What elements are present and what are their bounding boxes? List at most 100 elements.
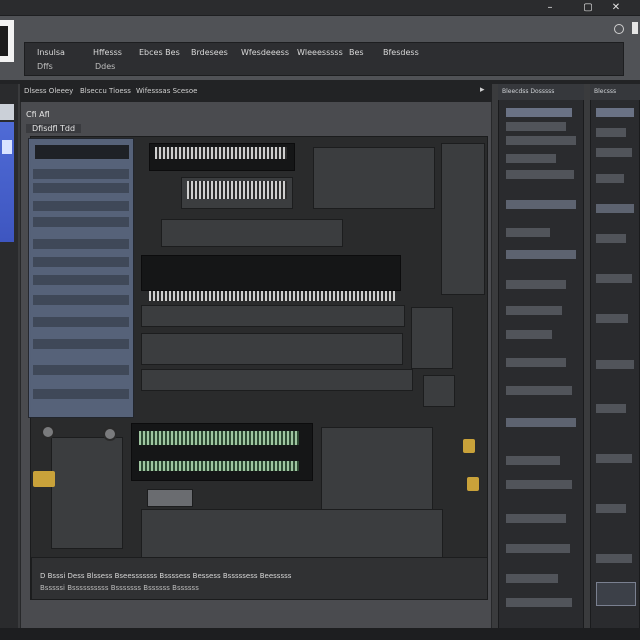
list-item[interactable] bbox=[506, 250, 576, 259]
chip bbox=[411, 307, 453, 369]
right-panel-header: Bleecdss Dosssss bbox=[498, 84, 584, 100]
far-right-list bbox=[594, 104, 638, 624]
chip bbox=[441, 143, 485, 295]
property-row[interactable] bbox=[33, 239, 129, 249]
menu-item-sub: Dffs bbox=[37, 62, 53, 71]
list-item[interactable] bbox=[596, 454, 632, 463]
capacitor bbox=[103, 427, 117, 441]
menu-item[interactable]: Ebces Bes bbox=[139, 48, 180, 57]
list-item[interactable] bbox=[596, 108, 634, 117]
list-item[interactable] bbox=[506, 122, 566, 131]
chip bbox=[423, 375, 455, 407]
tab[interactable]: Wifesssas Scesoe bbox=[136, 87, 197, 95]
memory-module bbox=[139, 461, 299, 471]
slot bbox=[161, 219, 343, 247]
menu-item[interactable]: Hffesss bbox=[93, 48, 122, 57]
chip bbox=[321, 427, 433, 519]
tab[interactable]: Blseccu Tioess bbox=[80, 87, 131, 95]
properties-header bbox=[35, 145, 129, 159]
list-item[interactable] bbox=[506, 200, 576, 209]
menu-item[interactable]: Bfesdess bbox=[383, 48, 419, 57]
menu-item[interactable]: Bes bbox=[349, 48, 364, 57]
list-item[interactable] bbox=[506, 480, 572, 489]
property-row[interactable] bbox=[33, 365, 129, 375]
tab[interactable]: Dlsess Oleeey bbox=[24, 87, 73, 95]
slot bbox=[141, 255, 401, 291]
capacitor bbox=[41, 425, 55, 439]
menu-item[interactable]: Insulsa bbox=[37, 48, 65, 57]
slot bbox=[141, 369, 413, 391]
list-item[interactable] bbox=[596, 234, 626, 243]
list-item[interactable] bbox=[506, 170, 574, 179]
pin-header bbox=[149, 291, 395, 301]
list-item[interactable] bbox=[596, 404, 626, 413]
restore-button[interactable]: ▢ bbox=[582, 2, 594, 14]
list-item[interactable] bbox=[596, 204, 634, 213]
list-item[interactable] bbox=[506, 456, 560, 465]
footer-text: D Bsssi Dess Blssess Bseesssssss Bsssses… bbox=[40, 572, 292, 580]
property-row[interactable] bbox=[33, 275, 129, 285]
list-item[interactable] bbox=[506, 136, 576, 145]
memory-module bbox=[139, 431, 299, 445]
list-item[interactable] bbox=[596, 554, 632, 563]
list-item[interactable] bbox=[506, 280, 566, 289]
list-item[interactable] bbox=[596, 174, 624, 183]
property-row[interactable] bbox=[33, 169, 129, 179]
property-row[interactable] bbox=[33, 389, 129, 399]
action-button[interactable] bbox=[596, 582, 636, 606]
list-item[interactable] bbox=[506, 598, 572, 607]
gold-connector bbox=[463, 439, 475, 453]
property-row[interactable] bbox=[33, 339, 129, 349]
property-row[interactable] bbox=[33, 295, 129, 305]
gold-connector bbox=[33, 471, 55, 487]
far-right-panel-header: Blecsss bbox=[590, 84, 640, 100]
property-row[interactable] bbox=[33, 201, 129, 211]
list-item[interactable] bbox=[506, 228, 550, 237]
footer-text: Bsssssi Bssssssssss Bsssssss Bssssss Bss… bbox=[40, 584, 199, 592]
menu-item[interactable]: Wleeesssss bbox=[297, 48, 343, 57]
menu-item[interactable]: Wfesdeeess bbox=[241, 48, 289, 57]
slot bbox=[141, 333, 403, 365]
minimize-button[interactable]: – bbox=[544, 2, 556, 14]
chip bbox=[147, 489, 193, 507]
chip bbox=[313, 147, 435, 209]
tab-menu-icon[interactable]: ▸ bbox=[480, 85, 485, 95]
list-item[interactable] bbox=[506, 544, 570, 553]
list-item[interactable] bbox=[506, 330, 552, 339]
settings-icon[interactable] bbox=[614, 24, 624, 34]
property-row[interactable] bbox=[33, 183, 129, 193]
menu-item-sub: Ddes bbox=[95, 62, 116, 71]
list-item[interactable] bbox=[506, 154, 556, 163]
rail-indicator bbox=[2, 140, 12, 154]
list-item[interactable] bbox=[596, 360, 634, 369]
breadcrumb: Cfi Afl bbox=[26, 110, 50, 119]
list-item[interactable] bbox=[596, 148, 632, 157]
property-row[interactable] bbox=[33, 217, 129, 227]
list-item[interactable] bbox=[596, 274, 632, 283]
status-bar bbox=[0, 628, 640, 640]
list-item[interactable] bbox=[506, 418, 576, 427]
logo-mark bbox=[0, 26, 8, 56]
list-item[interactable] bbox=[506, 306, 562, 315]
list-item[interactable] bbox=[506, 574, 558, 583]
right-panel-list bbox=[502, 104, 580, 624]
list-item[interactable] bbox=[506, 108, 572, 117]
list-item[interactable] bbox=[596, 504, 626, 513]
right-panel-title: Bleecdss Dosssss bbox=[502, 88, 555, 95]
page-title: Dfisdfl Tdd bbox=[26, 124, 82, 133]
list-item[interactable] bbox=[506, 514, 566, 523]
pin-header bbox=[155, 147, 287, 159]
menu-item[interactable]: Brdesees bbox=[191, 48, 228, 57]
property-row[interactable] bbox=[33, 317, 129, 327]
list-item[interactable] bbox=[596, 128, 626, 137]
panel-icon[interactable] bbox=[632, 22, 638, 34]
chip bbox=[141, 509, 443, 561]
gold-connector bbox=[467, 477, 479, 491]
property-row[interactable] bbox=[33, 257, 129, 267]
rail-item[interactable] bbox=[0, 104, 14, 120]
slot bbox=[141, 305, 405, 327]
list-item[interactable] bbox=[506, 358, 566, 367]
list-item[interactable] bbox=[596, 314, 628, 323]
close-button[interactable]: ✕ bbox=[610, 2, 622, 14]
list-item[interactable] bbox=[506, 386, 572, 395]
